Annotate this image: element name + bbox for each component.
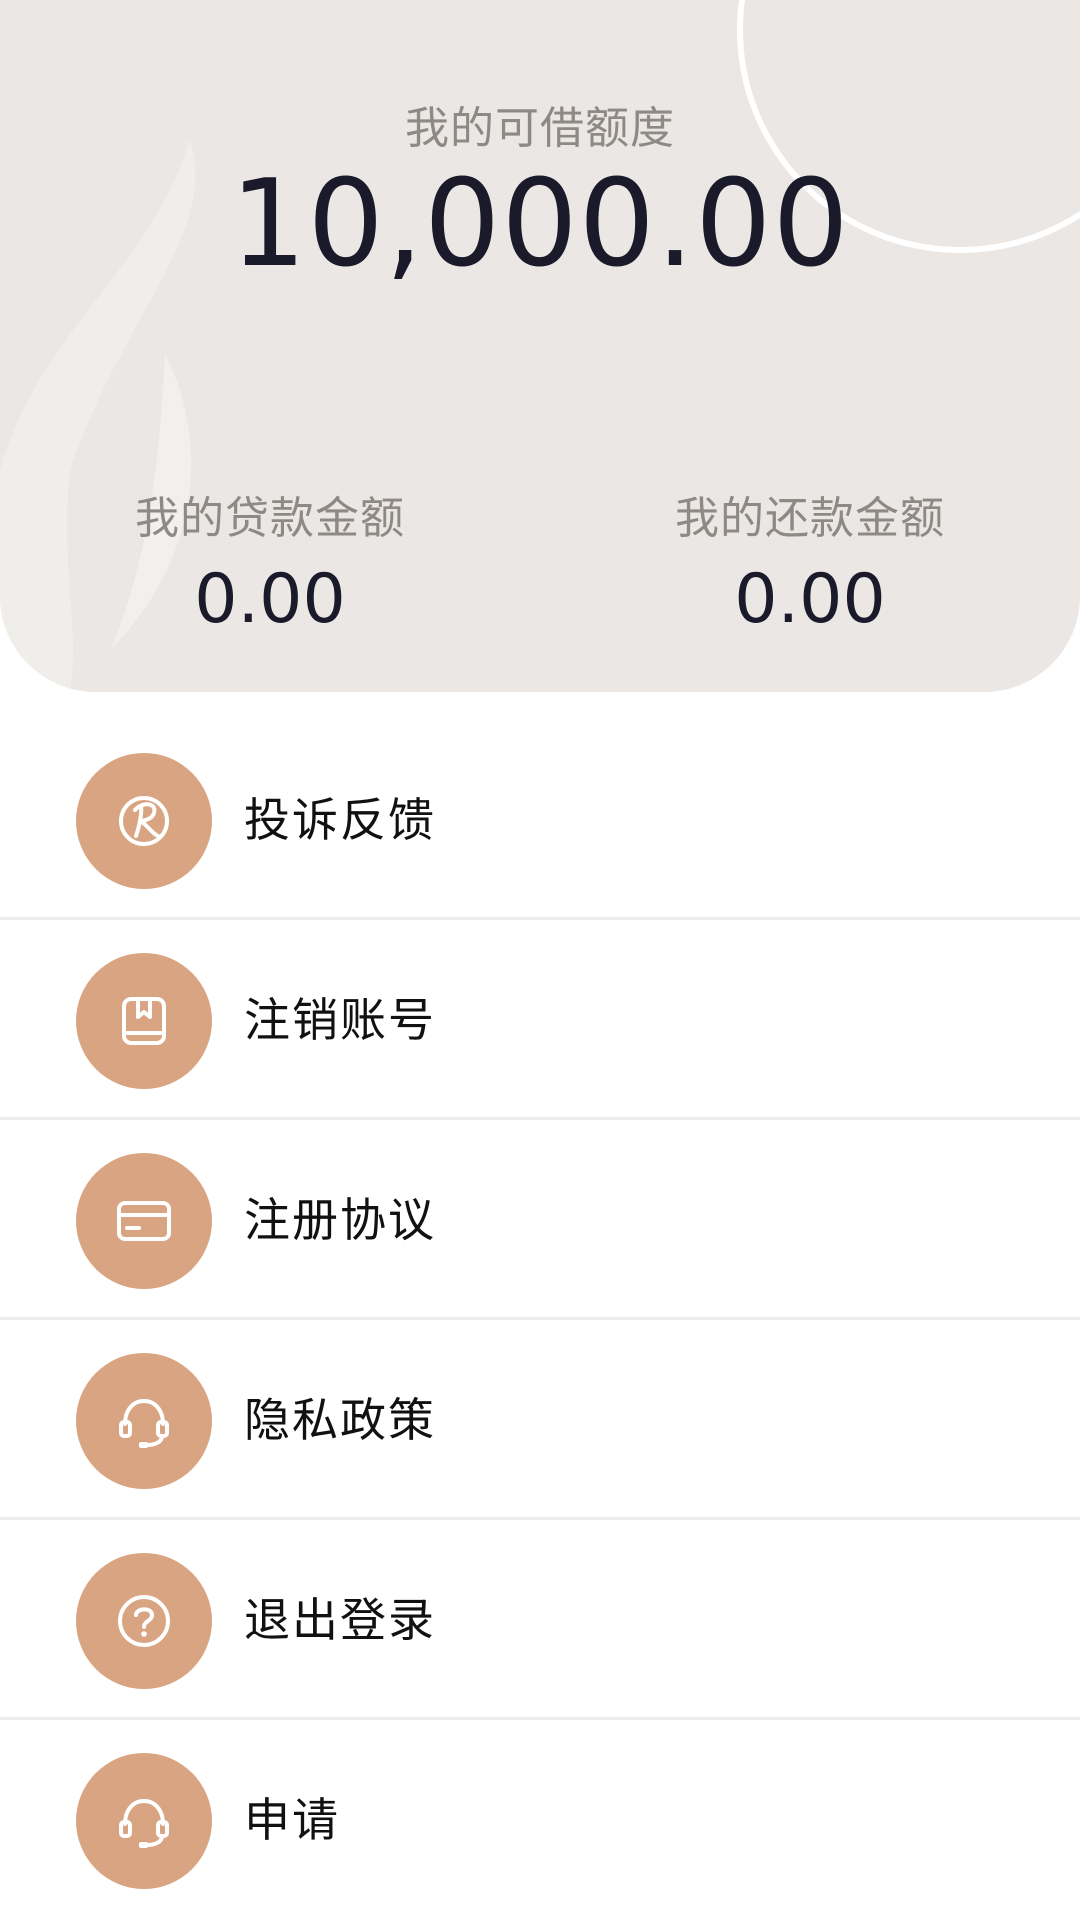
menu-list: 投诉反馈 注销账号 注册协议 隐私政策 退出登录 申请 bbox=[0, 720, 1080, 1920]
menu-item-apply[interactable]: 申请 bbox=[0, 1720, 1080, 1920]
menu-item-privacy-policy[interactable]: 隐私政策 bbox=[0, 1320, 1080, 1520]
menu-item-label: 投诉反馈 bbox=[244, 793, 436, 847]
headset-icon bbox=[76, 1353, 212, 1489]
menu-item-label: 注册协议 bbox=[244, 1193, 436, 1247]
card-icon bbox=[76, 1153, 212, 1289]
menu-item-feedback[interactable]: 投诉反馈 bbox=[0, 720, 1080, 920]
question-icon bbox=[76, 1553, 212, 1689]
bookmark-icon bbox=[76, 953, 212, 1089]
available-credit-label: 我的可借额度 bbox=[405, 103, 675, 154]
loan-amount-label: 我的贷款金额 bbox=[135, 493, 405, 544]
menu-item-label: 注销账号 bbox=[244, 993, 436, 1047]
credit-summary-card: 我的可借额度 10,000.00 我的贷款金额 0.00 我的还款金额 0.00 bbox=[0, 0, 1080, 692]
menu-item-registration-agreement[interactable]: 注册协议 bbox=[0, 1120, 1080, 1320]
loan-amount-stat: 我的贷款金额 0.00 bbox=[0, 482, 540, 634]
repay-amount-label: 我的还款金额 bbox=[675, 493, 945, 544]
repay-amount-stat: 我的还款金额 0.00 bbox=[540, 482, 1080, 634]
headset-icon bbox=[76, 1753, 212, 1889]
loan-amount-value: 0.00 bbox=[194, 560, 346, 639]
repay-amount-value: 0.00 bbox=[734, 560, 886, 639]
menu-item-logout[interactable]: 退出登录 bbox=[0, 1520, 1080, 1720]
r-logo-icon bbox=[76, 753, 212, 889]
menu-item-label: 退出登录 bbox=[244, 1593, 436, 1647]
menu-item-cancel-account[interactable]: 注销账号 bbox=[0, 920, 1080, 1120]
menu-item-label: 申请 bbox=[244, 1793, 340, 1847]
available-credit-amount: 10,000.00 bbox=[230, 155, 850, 294]
menu-item-label: 隐私政策 bbox=[244, 1393, 436, 1447]
